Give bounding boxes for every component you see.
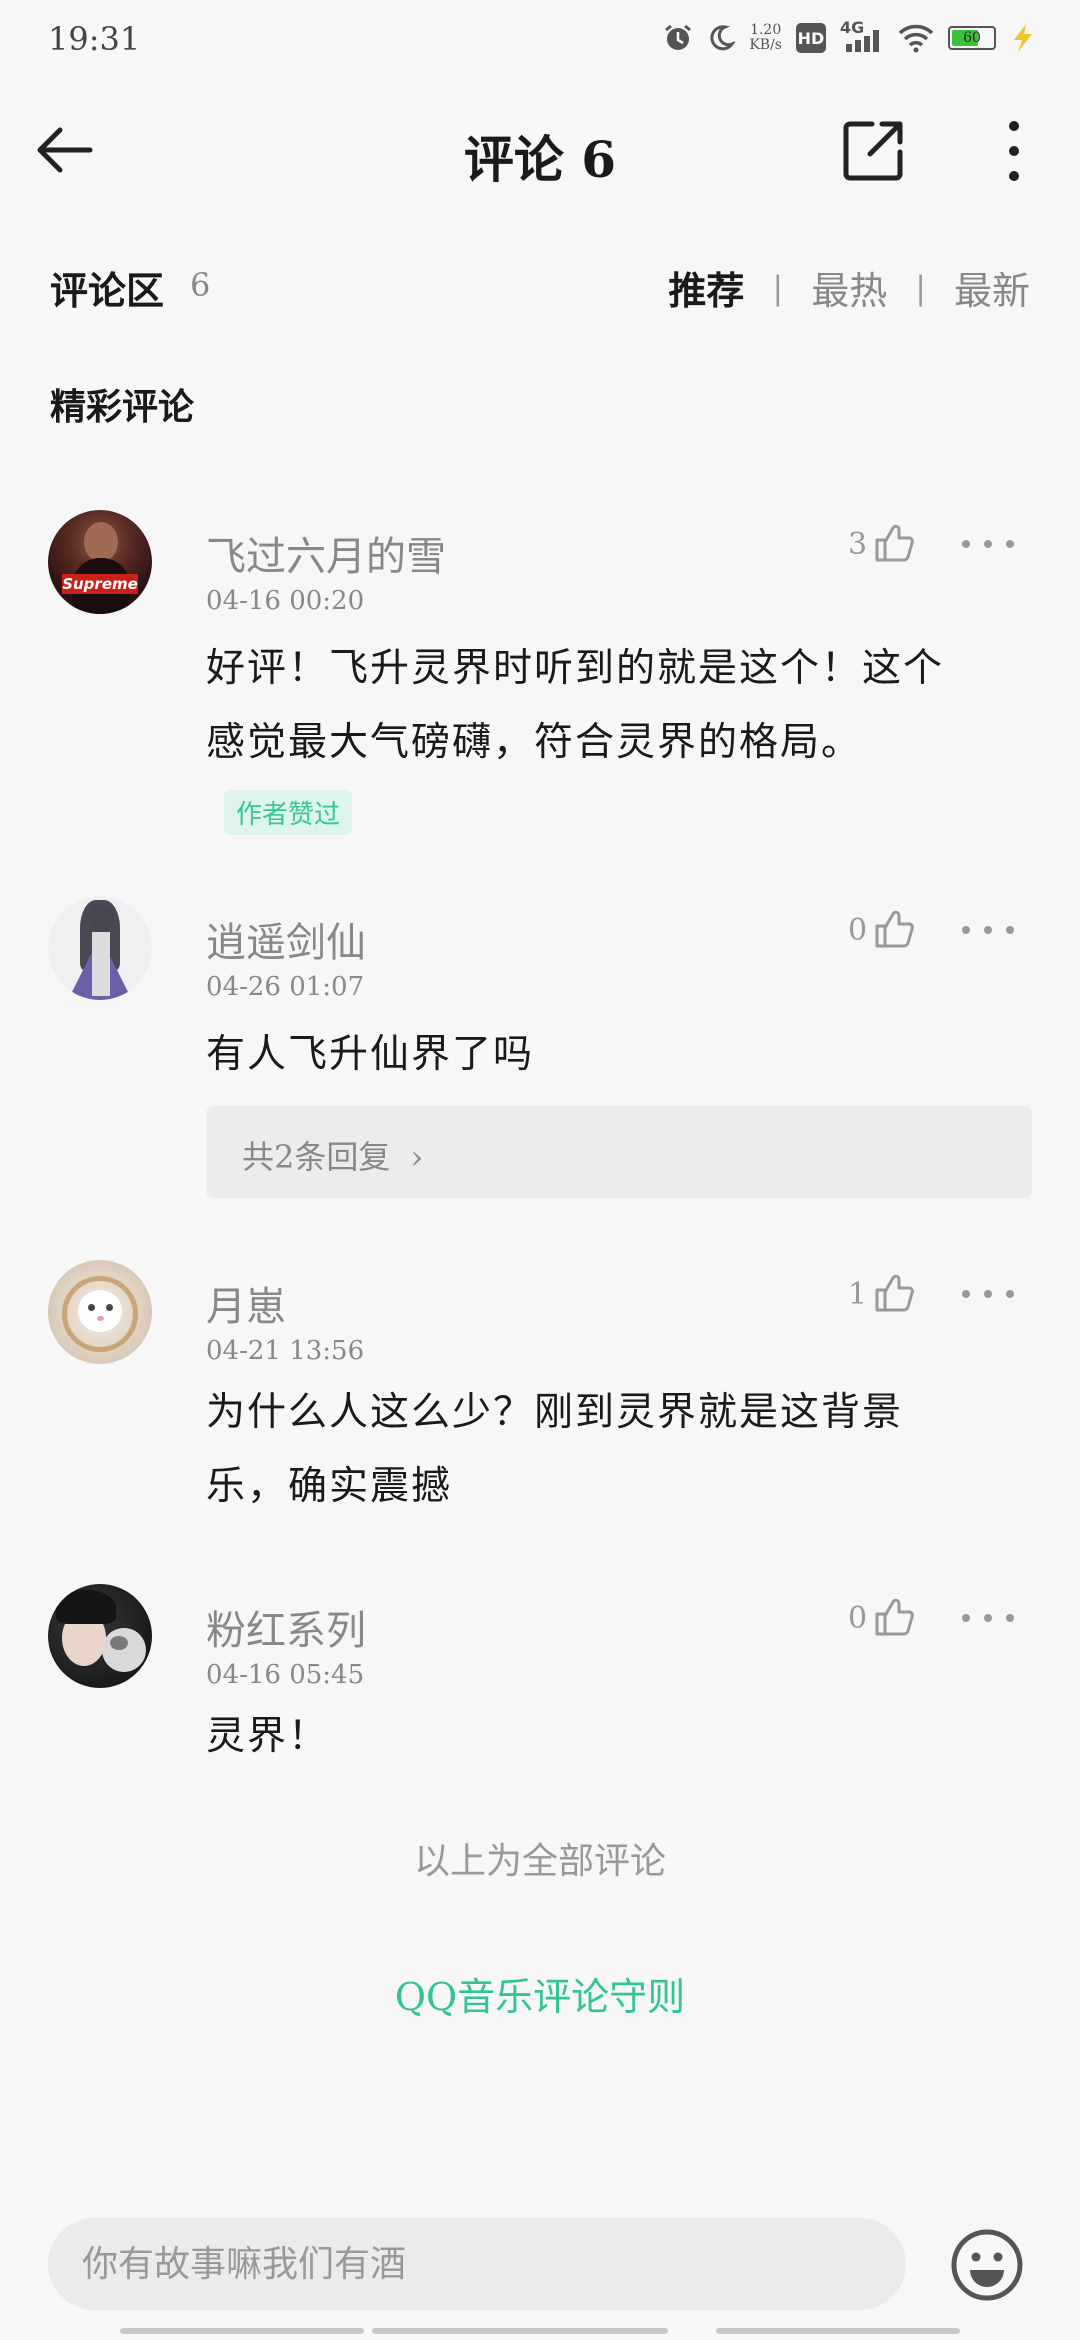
comment-text-line: 灵界！ bbox=[206, 1714, 330, 1759]
more-options-button[interactable] bbox=[990, 114, 1038, 188]
comment-section-bar: 评论区 6 推荐 | 最热 | 最新 bbox=[0, 246, 1080, 320]
more-vertical-icon bbox=[1009, 121, 1019, 181]
comment-guidelines-link[interactable]: QQ音乐评论守则 bbox=[0, 1966, 1080, 2021]
comment-time: 04-26 01:07 bbox=[206, 972, 365, 1002]
nav-indicator bbox=[372, 2328, 668, 2334]
comment-time: 04-16 05:45 bbox=[206, 1660, 365, 1690]
comment-text: 有人飞升仙界了吗 bbox=[206, 1018, 1026, 1092]
tab-hottest[interactable]: 最热 bbox=[811, 260, 887, 315]
comment-text-line: 有人飞升仙界了吗 bbox=[206, 1032, 535, 1077]
moon-icon bbox=[710, 25, 736, 51]
like-button[interactable]: 0 bbox=[848, 908, 915, 950]
comment-input[interactable] bbox=[48, 2218, 906, 2310]
more-horizontal-icon[interactable] bbox=[960, 532, 1016, 556]
signal-icon: 4G bbox=[840, 18, 884, 54]
nav-indicator bbox=[120, 2328, 364, 2334]
more-horizontal-icon[interactable] bbox=[960, 1606, 1016, 1630]
comment-item: Supreme 飞过六月的雪 04-16 00:20 3 好评！飞升灵界时听到的… bbox=[0, 510, 1080, 840]
emoji-button[interactable] bbox=[948, 2226, 1026, 2304]
more-horizontal-icon[interactable] bbox=[960, 918, 1016, 942]
comment-text: 好评！飞升灵界时听到的就是这个！这个 感觉最大气磅礴，符合灵界的格局。 bbox=[206, 632, 1026, 780]
like-button[interactable]: 1 bbox=[848, 1272, 915, 1314]
thumbs-up-icon bbox=[875, 1274, 914, 1312]
thumbs-up-icon bbox=[875, 1598, 914, 1636]
like-count: 0 bbox=[848, 913, 868, 948]
comment-text: 为什么人这么少？刚到灵界就是这背景 乐，确实震撼 bbox=[206, 1376, 1026, 1524]
battery-level: 60 bbox=[963, 30, 981, 46]
tab-divider: | bbox=[772, 268, 784, 307]
view-replies-button[interactable]: 共2条回复 › bbox=[206, 1106, 1032, 1198]
more-horizontal-icon[interactable] bbox=[960, 1282, 1016, 1306]
status-icons: 1.20 KB/s HD 4G 60 bbox=[663, 18, 1036, 54]
comment-item: 逍遥剑仙 04-26 01:07 0 有人飞升仙界了吗 共2条回复 › bbox=[0, 896, 1080, 1206]
comment-item: 粉红系列 04-16 05:45 0 灵界！ bbox=[0, 1584, 1080, 1774]
battery-icon: 60 bbox=[948, 26, 996, 50]
replies-label: 共2条回复 bbox=[242, 1138, 391, 1176]
status-time: 19:31 bbox=[48, 20, 141, 58]
like-count: 1 bbox=[848, 1277, 868, 1312]
like-button[interactable]: 0 bbox=[848, 1596, 915, 1638]
emoji-smile-icon bbox=[951, 2229, 1023, 2301]
tab-divider: | bbox=[915, 268, 926, 307]
comment-text-line: 好评！飞升灵界时听到的就是这个！这个 bbox=[206, 646, 945, 691]
comment-item: 月崽 04-21 13:56 1 为什么人这么少？刚到灵界就是这背景 乐，确实震… bbox=[0, 1260, 1080, 1560]
like-count: 3 bbox=[848, 527, 868, 562]
status-bar: 19:31 1.20 KB/s HD 4G 60 bbox=[0, 0, 1080, 84]
featured-comments-label: 精彩评论 bbox=[50, 386, 195, 428]
hd-icon: HD bbox=[796, 23, 826, 53]
avatar[interactable]: Supreme bbox=[48, 510, 152, 614]
header: 评论 6 bbox=[0, 84, 1080, 224]
comment-text-line: 为什么人这么少？刚到灵界就是这背景 bbox=[206, 1390, 904, 1435]
section-title: 评论区 bbox=[50, 268, 165, 313]
share-icon bbox=[843, 121, 903, 181]
net-speed-value: 1.20 bbox=[750, 22, 782, 38]
comment-input-bar bbox=[0, 2200, 1080, 2340]
sort-tabs: 推荐 | 最热 | 最新 bbox=[668, 260, 1030, 315]
thumbs-up-icon bbox=[875, 910, 914, 948]
chevron-right-icon: › bbox=[410, 1138, 424, 1176]
comment-text: 灵界！ bbox=[206, 1700, 1026, 1774]
thumbs-up-icon bbox=[875, 524, 914, 562]
all-comments-end-label: 以上为全部评论 bbox=[413, 1841, 666, 1882]
avatar[interactable] bbox=[48, 1260, 152, 1364]
like-button[interactable]: 3 bbox=[848, 522, 915, 564]
net-speed: 1.20 KB/s bbox=[749, 23, 782, 53]
like-count: 0 bbox=[848, 1601, 868, 1636]
page-title: 评论 6 bbox=[463, 130, 617, 189]
alarm-icon bbox=[665, 24, 692, 50]
comment-username[interactable]: 月崽 bbox=[206, 1274, 286, 1332]
avatar-logo-text: Supreme bbox=[62, 574, 138, 594]
net-speed-unit: KB/s bbox=[749, 37, 782, 53]
charging-icon bbox=[1014, 24, 1032, 52]
replies-count-label: 共2条回复 › bbox=[242, 1132, 423, 1178]
comment-username[interactable]: 飞过六月的雪 bbox=[206, 524, 446, 582]
comment-time: 04-21 13:56 bbox=[206, 1336, 365, 1366]
comment-text-line: 乐，确实震撼 bbox=[206, 1464, 453, 1509]
comment-username[interactable]: 粉红系列 bbox=[206, 1598, 366, 1656]
comment-time: 04-16 00:20 bbox=[206, 586, 365, 616]
avatar[interactable] bbox=[48, 1584, 152, 1688]
wifi-icon bbox=[898, 24, 934, 53]
tab-recommended[interactable]: 推荐 bbox=[668, 260, 744, 315]
section-count: 6 bbox=[190, 266, 211, 304]
tab-newest[interactable]: 最新 bbox=[954, 260, 1030, 315]
comment-text-line: 感觉最大气磅礴，符合灵界的格局。 bbox=[206, 720, 863, 765]
avatar[interactable] bbox=[48, 896, 152, 1000]
nav-indicator bbox=[716, 2328, 960, 2334]
author-liked-badge: 作者赞过 bbox=[224, 790, 353, 835]
share-button[interactable] bbox=[836, 114, 910, 188]
comment-username[interactable]: 逍遥剑仙 bbox=[206, 910, 366, 968]
